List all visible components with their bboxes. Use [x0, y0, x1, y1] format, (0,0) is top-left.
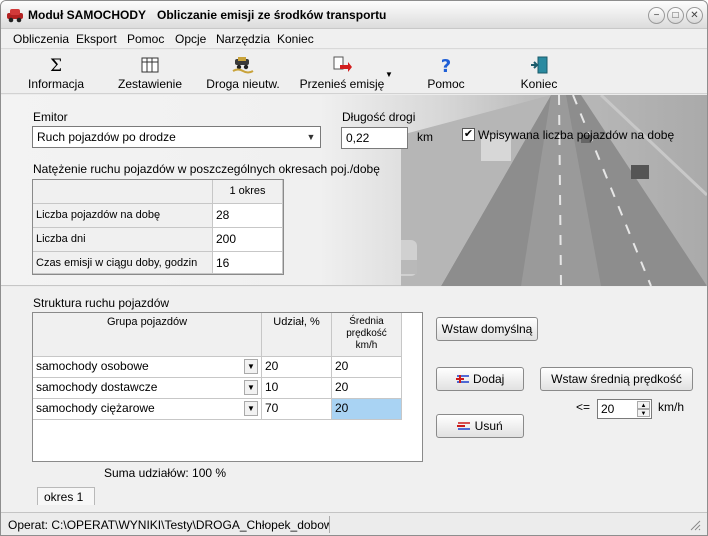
- entered-count-checkbox[interactable]: ✔: [462, 128, 475, 141]
- structure-panel: Struktura ruchu pojazdów Grupa pojazdów …: [1, 287, 707, 513]
- spin-down-icon[interactable]: ▼: [637, 409, 650, 417]
- remove-button-label: Usuń: [474, 419, 503, 433]
- road-length-label: Długość drogi: [342, 110, 416, 124]
- toolbar-zestawienie-button[interactable]: Zestawienie: [113, 50, 187, 94]
- add-row-icon: [455, 375, 469, 383]
- tab-okres-1[interactable]: okres 1: [37, 487, 95, 505]
- car-app-icon: [7, 9, 23, 23]
- table-corner-cell: [33, 180, 213, 204]
- toolbar-label: Droga nieutw.: [206, 77, 280, 91]
- speed-limit-prefix: <=: [576, 400, 591, 414]
- road-length-unit: km: [417, 130, 433, 144]
- group-value: samochody ciężarowe: [36, 401, 155, 415]
- speed-column-header: Średnia prędkość km/h: [332, 313, 402, 357]
- chevron-down-icon[interactable]: ▼: [244, 380, 258, 395]
- window-subtitle: Obliczanie emisji ze środków transportu: [157, 8, 387, 22]
- menu-bar: Obliczenia Eksport Pomoc Opcje Narzędzia…: [1, 29, 707, 49]
- speed-cell-selected[interactable]: 20: [332, 399, 402, 420]
- share-column-header: Udział, %: [262, 313, 332, 357]
- close-button[interactable]: ✕: [686, 7, 703, 24]
- entered-count-label: Wpisywana liczba pojazdów na dobę: [478, 128, 675, 142]
- share-sum: Suma udziałów: 100 %: [104, 466, 227, 480]
- minimize-button[interactable]: −: [648, 7, 665, 24]
- toolbar-label: Zestawienie: [117, 77, 183, 91]
- table-row-header: Liczba pojazdów na dobę: [33, 204, 213, 228]
- table-row-header: Liczba dni: [33, 228, 213, 252]
- remove-row-icon: [457, 422, 471, 430]
- toolbar-droga-button[interactable]: Droga nieutw.: [201, 50, 285, 94]
- toolbar-pomoc-button[interactable]: ? Pomoc: [419, 50, 473, 94]
- sigma-icon: Σ: [50, 56, 62, 74]
- menu-koniec[interactable]: Koniec: [277, 32, 314, 46]
- status-bar: Operat: C:\OPERAT\WYNIKI\Testy\DROGA_Chł…: [1, 512, 707, 535]
- insert-default-button[interactable]: Wstaw domyślną: [436, 317, 538, 341]
- emitor-select[interactable]: Ruch pojazdów po drodze ▼: [32, 126, 321, 148]
- add-button[interactable]: Dodaj: [436, 367, 524, 391]
- speed-cell[interactable]: 20: [332, 378, 402, 399]
- speed-cell[interactable]: 20: [332, 357, 402, 378]
- table-cell-input[interactable]: 16: [213, 252, 283, 274]
- add-button-label: Dodaj: [472, 372, 505, 386]
- intensity-table: 1 okres Liczba pojazdów na dobę 28 Liczb…: [32, 179, 284, 275]
- toolbar-label: Pomoc: [427, 77, 465, 91]
- share-cell[interactable]: 20: [262, 357, 332, 378]
- window-title: Moduł SAMOCHODY: [28, 8, 146, 22]
- resize-grip-icon[interactable]: [689, 519, 701, 531]
- toolbar-label: Przenieś emisję: [299, 77, 385, 91]
- spin-up-icon[interactable]: ▲: [637, 401, 650, 409]
- structure-table: Grupa pojazdów Udział, % Średnia prędkoś…: [32, 312, 423, 462]
- chevron-down-icon[interactable]: ▼: [244, 359, 258, 374]
- svg-text:Σ: Σ: [50, 56, 62, 74]
- intensity-title: Natężenie ruchu pojazdów w poszczególnyc…: [33, 162, 380, 176]
- menu-narzedzia[interactable]: Narzędzia: [216, 32, 270, 46]
- group-value: samochody osobowe: [36, 359, 149, 373]
- table-icon: [141, 57, 159, 73]
- emitor-label: Emitor: [33, 110, 68, 124]
- insert-avg-speed-button[interactable]: Wstaw średnią prędkość: [540, 367, 693, 391]
- main-window: Moduł SAMOCHODY Obliczanie emisji ze śro…: [0, 0, 708, 536]
- emitor-value: Ruch pojazdów po drodze: [37, 130, 176, 144]
- emitor-panel: Emitor Ruch pojazdów po drodze ▼ Długość…: [1, 95, 707, 286]
- group-column-header: Grupa pojazdów: [33, 313, 262, 357]
- toolbar: Σ Informacja Zestawienie Droga nieutw. P…: [1, 50, 707, 94]
- share-cell[interactable]: 10: [262, 378, 332, 399]
- chevron-down-icon[interactable]: ▼: [304, 129, 318, 145]
- menu-opcje[interactable]: Opcje: [175, 32, 206, 46]
- exit-door-icon: [531, 56, 548, 74]
- chevron-down-icon[interactable]: ▼: [244, 401, 258, 416]
- intensity-column-header: 1 okres: [213, 180, 283, 204]
- group-value: samochody dostawcze: [36, 380, 158, 394]
- transfer-emission-icon: [333, 56, 352, 72]
- remove-button[interactable]: Usuń: [436, 414, 524, 438]
- dropdown-arrow-icon[interactable]: ▼: [385, 70, 393, 79]
- group-select[interactable]: samochody osobowe ▼: [33, 357, 262, 378]
- maximize-button[interactable]: □: [667, 7, 684, 24]
- share-cell[interactable]: 70: [262, 399, 332, 420]
- group-select[interactable]: samochody ciężarowe ▼: [33, 399, 262, 420]
- title-bar: Moduł SAMOCHODY Obliczanie emisji ze śro…: [1, 1, 707, 29]
- dirt-road-icon: [232, 57, 254, 74]
- road-length-input[interactable]: 0,22: [341, 127, 408, 149]
- table-cell-input[interactable]: 200: [213, 228, 283, 252]
- structure-title: Struktura ruchu pojazdów: [33, 296, 170, 310]
- speed-limit-spinner[interactable]: 20 ▲ ▼: [597, 399, 652, 419]
- status-divider: [329, 516, 330, 533]
- table-row-header: Czas emisji w ciągu doby, godzin: [33, 252, 213, 274]
- toolbar-przenies-button[interactable]: Przenieś emisję ▼: [293, 50, 393, 94]
- table-cell-input[interactable]: 28: [213, 204, 283, 228]
- speed-limit-unit: km/h: [658, 400, 685, 414]
- status-text: Operat: C:\OPERAT\WYNIKI\Testy\DROGA_Chł…: [8, 518, 330, 532]
- menu-obliczenia[interactable]: Obliczenia: [13, 32, 69, 46]
- toolbar-label: Informacja: [27, 77, 85, 91]
- help-icon: ?: [441, 56, 451, 74]
- group-select[interactable]: samochody dostawcze ▼: [33, 378, 262, 399]
- speed-limit-value: 20: [601, 402, 615, 416]
- highway-background-image: [401, 95, 707, 286]
- toolbar-label: Koniec: [520, 77, 558, 91]
- menu-pomoc[interactable]: Pomoc: [127, 32, 164, 46]
- toolbar-informacja-button[interactable]: Σ Informacja: [21, 50, 91, 94]
- toolbar-koniec-button[interactable]: Koniec: [511, 50, 567, 94]
- menu-eksport[interactable]: Eksport: [76, 32, 117, 46]
- svg-text:?: ?: [441, 56, 451, 74]
